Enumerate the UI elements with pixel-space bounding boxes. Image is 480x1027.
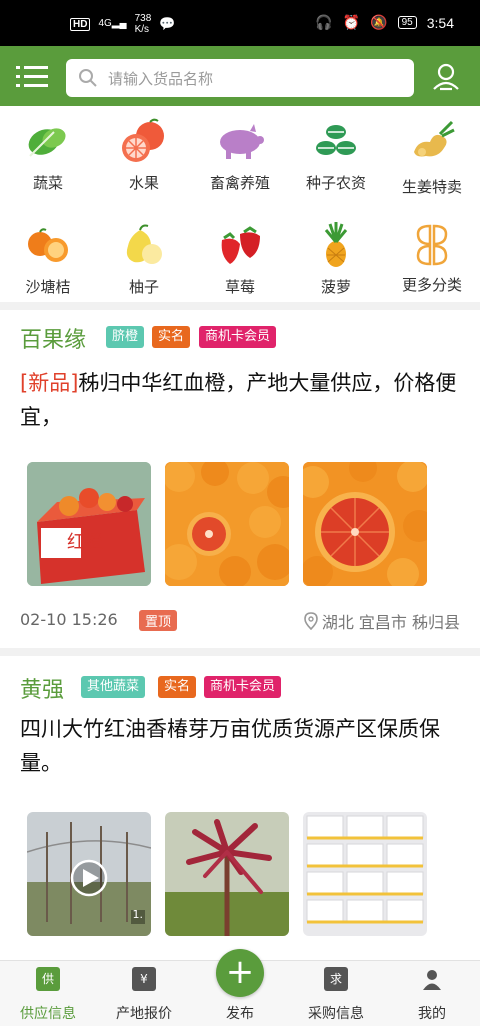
hd-indicator: HD <box>70 17 91 31</box>
publish-plus-icon[interactable]: + <box>216 949 264 997</box>
message-icon: 💬 <box>159 16 176 31</box>
tag-product: 脐橙 <box>106 326 145 348</box>
tab-label: 发布 <box>226 1006 254 1022</box>
tag-member: 商机卡会员 <box>204 676 282 698</box>
tab-label: 产地报价 <box>116 1006 172 1022</box>
category-label: 草莓 <box>224 278 255 296</box>
tag-verified: 实名 <box>152 326 191 348</box>
category-label: 水果 <box>128 174 159 192</box>
post-card[interactable]: 黄强 其他蔬菜 实名 商机卡会员 四川大竹红油香椿芽万亩优质货源产区保质保量。 … <box>0 672 480 960</box>
category-seeds[interactable]: 种子农资 <box>288 106 384 196</box>
tangerine-icon <box>28 228 68 262</box>
user-icon <box>423 970 441 990</box>
section-divider <box>0 302 480 310</box>
price-icon: ¥ <box>132 967 156 991</box>
new-label: [新品] <box>20 371 79 395</box>
tab-supply-info[interactable]: 供 供应信息 <box>0 961 96 1027</box>
category-label: 生姜特卖 <box>401 178 462 196</box>
headphone-icon: 🎧 <box>315 14 333 30</box>
pomelo-icon <box>126 224 162 264</box>
category-label: 沙塘桔 <box>25 278 71 296</box>
category-label: 畜禽养殖 <box>209 174 270 192</box>
category-strawberry[interactable]: 草莓 <box>192 210 288 300</box>
category-label: 菠萝 <box>320 278 351 296</box>
menu-icon[interactable] <box>16 64 50 90</box>
tab-label: 供应信息 <box>20 1006 76 1022</box>
category-fruit[interactable]: 水果 <box>96 106 192 196</box>
more-categories-icon <box>416 224 448 266</box>
pineapple-icon <box>324 222 348 267</box>
pig-icon <box>220 124 264 159</box>
network-speed: 738 K/s <box>134 13 152 35</box>
signal-icon: 4G▂▄ <box>98 18 127 29</box>
mute-icon: 🔕 <box>370 14 388 30</box>
category-label: 柚子 <box>128 278 159 296</box>
section-divider <box>0 648 480 656</box>
purchase-icon: 求 <box>324 967 348 991</box>
tab-label: 采购信息 <box>308 1006 364 1022</box>
product-image[interactable] <box>303 462 427 586</box>
tab-origin-price[interactable]: ¥ 产地报价 <box>96 961 192 1027</box>
fruit-icon <box>122 118 164 162</box>
category-vegetable[interactable]: 蔬菜 <box>0 106 96 196</box>
tab-publish[interactable]: + 发布 <box>192 949 288 1027</box>
post-title[interactable]: [新品]秭归中华红血橙，产地大量供应，价格便宜， <box>20 366 464 434</box>
category-more[interactable]: 更多分类 <box>384 210 480 300</box>
product-image[interactable] <box>165 462 289 586</box>
category-ginger[interactable]: 生姜特卖 <box>384 106 480 196</box>
search-input[interactable]: 请输入货品名称 <box>66 59 414 97</box>
search-icon <box>79 69 97 87</box>
vegetable-icon <box>28 128 66 157</box>
product-image[interactable]: 红橙 <box>27 462 151 586</box>
profile-icon[interactable] <box>430 60 462 92</box>
category-pineapple[interactable]: 菠萝 <box>288 210 384 300</box>
video-count: 1. <box>132 908 144 921</box>
search-placeholder: 请输入货品名称 <box>108 70 214 88</box>
ginger-icon <box>414 120 455 157</box>
post-location: 湖北 宜昌市 秭归县 <box>304 609 460 633</box>
seller-name: 百果缘 <box>20 328 87 353</box>
post-title[interactable]: 四川大竹红油香椿芽万亩优质货源产区保质保量。 <box>20 712 464 780</box>
product-video[interactable]: 1. <box>27 812 151 936</box>
pinned-badge: 置顶 <box>139 610 178 631</box>
strawberry-icon <box>221 226 260 264</box>
tag-verified: 实名 <box>158 676 197 698</box>
tab-mine[interactable]: 我的 <box>384 961 480 1027</box>
status-bar: HD 4G▂▄ 738 K/s 💬 🎧 ⏰ 🔕 95 3:54 <box>0 0 480 46</box>
supply-icon: 供 <box>36 967 60 991</box>
tag-product: 其他蔬菜 <box>81 676 146 698</box>
alarm-icon: ⏰ <box>342 14 361 30</box>
category-pomelo[interactable]: 柚子 <box>96 210 192 300</box>
post-time: 02-10 15:26 <box>20 610 118 629</box>
location-pin-icon <box>304 612 318 630</box>
product-image[interactable] <box>303 812 427 936</box>
seller-name: 黄强 <box>20 678 65 703</box>
seed-icon <box>316 125 356 155</box>
svg-text:红橙: 红橙 <box>67 532 103 553</box>
battery-icon: 95 <box>397 16 417 29</box>
product-image[interactable] <box>165 812 289 936</box>
tab-label: 我的 <box>418 1006 446 1022</box>
category-label: 更多分类 <box>401 276 462 294</box>
category-label: 蔬菜 <box>32 174 63 192</box>
tab-purchase-info[interactable]: 求 采购信息 <box>288 961 384 1027</box>
category-livestock[interactable]: 畜禽养殖 <box>192 106 288 196</box>
top-header: 请输入货品名称 <box>0 46 480 106</box>
post-card[interactable]: 百果缘 脐橙 实名 商机卡会员 [新品]秭归中华红血橙，产地大量供应，价格便宜，… <box>0 322 480 640</box>
clock: 3:54 <box>426 14 454 31</box>
category-tangerine[interactable]: 沙塘桔 <box>0 210 96 300</box>
tag-member: 商机卡会员 <box>199 326 277 348</box>
category-label: 种子农资 <box>305 174 366 192</box>
category-grid: 蔬菜 水果 畜禽养殖 种子农资 生姜特卖 沙塘桔 柚子 草莓 菠萝 更多分类 <box>0 106 480 304</box>
bottom-tab-bar: 供 供应信息 ¥ 产地报价 + 发布 求 采购信息 我的 <box>0 949 480 1027</box>
